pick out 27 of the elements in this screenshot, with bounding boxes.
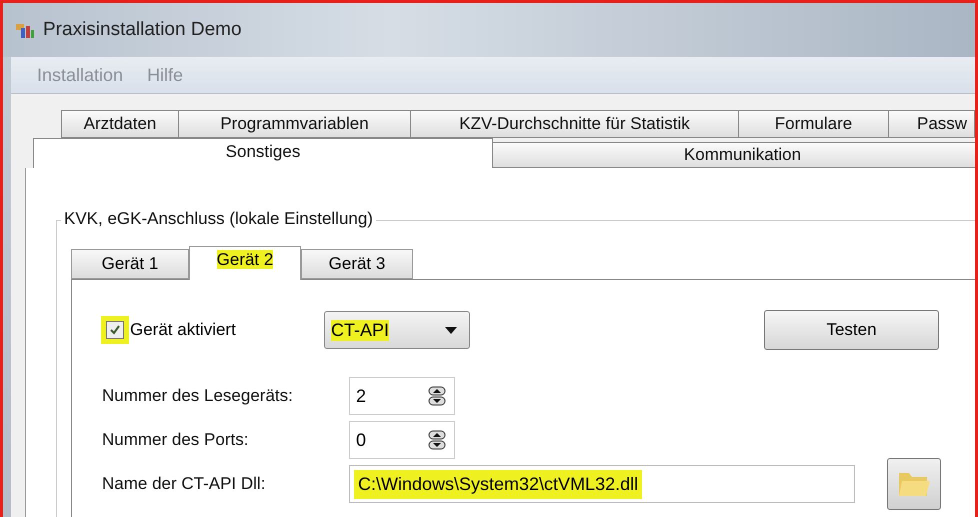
spinner-icon[interactable] — [428, 386, 446, 406]
window-title: Praxisinstallation Demo — [43, 19, 242, 41]
group-title: KVK, eGK-Anschluss (lokale Einstellung) — [61, 209, 376, 229]
number-field[interactable]: 0 — [349, 421, 455, 459]
field-label: Nummer des Ports: — [102, 430, 250, 450]
tab[interactable]: Programmvariablen — [179, 110, 411, 138]
field-label: Nummer des Lesegeräts: — [102, 386, 294, 406]
number-field[interactable]: 2 — [349, 377, 455, 415]
checkbox-label: Gerät aktiviert — [130, 320, 236, 340]
app-icon — [15, 21, 35, 39]
tab[interactable]: KZV-Durchschnitte für Statistik — [411, 110, 739, 138]
check-icon — [109, 324, 121, 336]
browse-button[interactable] — [887, 458, 941, 510]
tab[interactable]: Passw — [889, 110, 975, 138]
spinner-icon[interactable] — [428, 430, 446, 450]
test-button[interactable]: Testen — [764, 310, 939, 350]
tab[interactable]: Arztdaten — [61, 110, 179, 138]
field-label: Name der CT-API Dll: — [102, 474, 266, 494]
tab[interactable]: Kommunikation — [493, 142, 975, 168]
caret-icon — [445, 326, 457, 334]
tab[interactable]: Formulare — [739, 110, 889, 138]
tab[interactable]: Gerät 2 — [189, 246, 301, 280]
interface-dropdown[interactable]: CT-API — [324, 311, 470, 349]
tab[interactable]: Gerät 3 — [301, 249, 413, 279]
path-field[interactable]: C:\Windows\System32\ctVML32.dll — [349, 465, 855, 503]
tab[interactable]: Gerät 1 — [71, 249, 189, 279]
tab[interactable]: Sonstiges — [33, 138, 493, 168]
